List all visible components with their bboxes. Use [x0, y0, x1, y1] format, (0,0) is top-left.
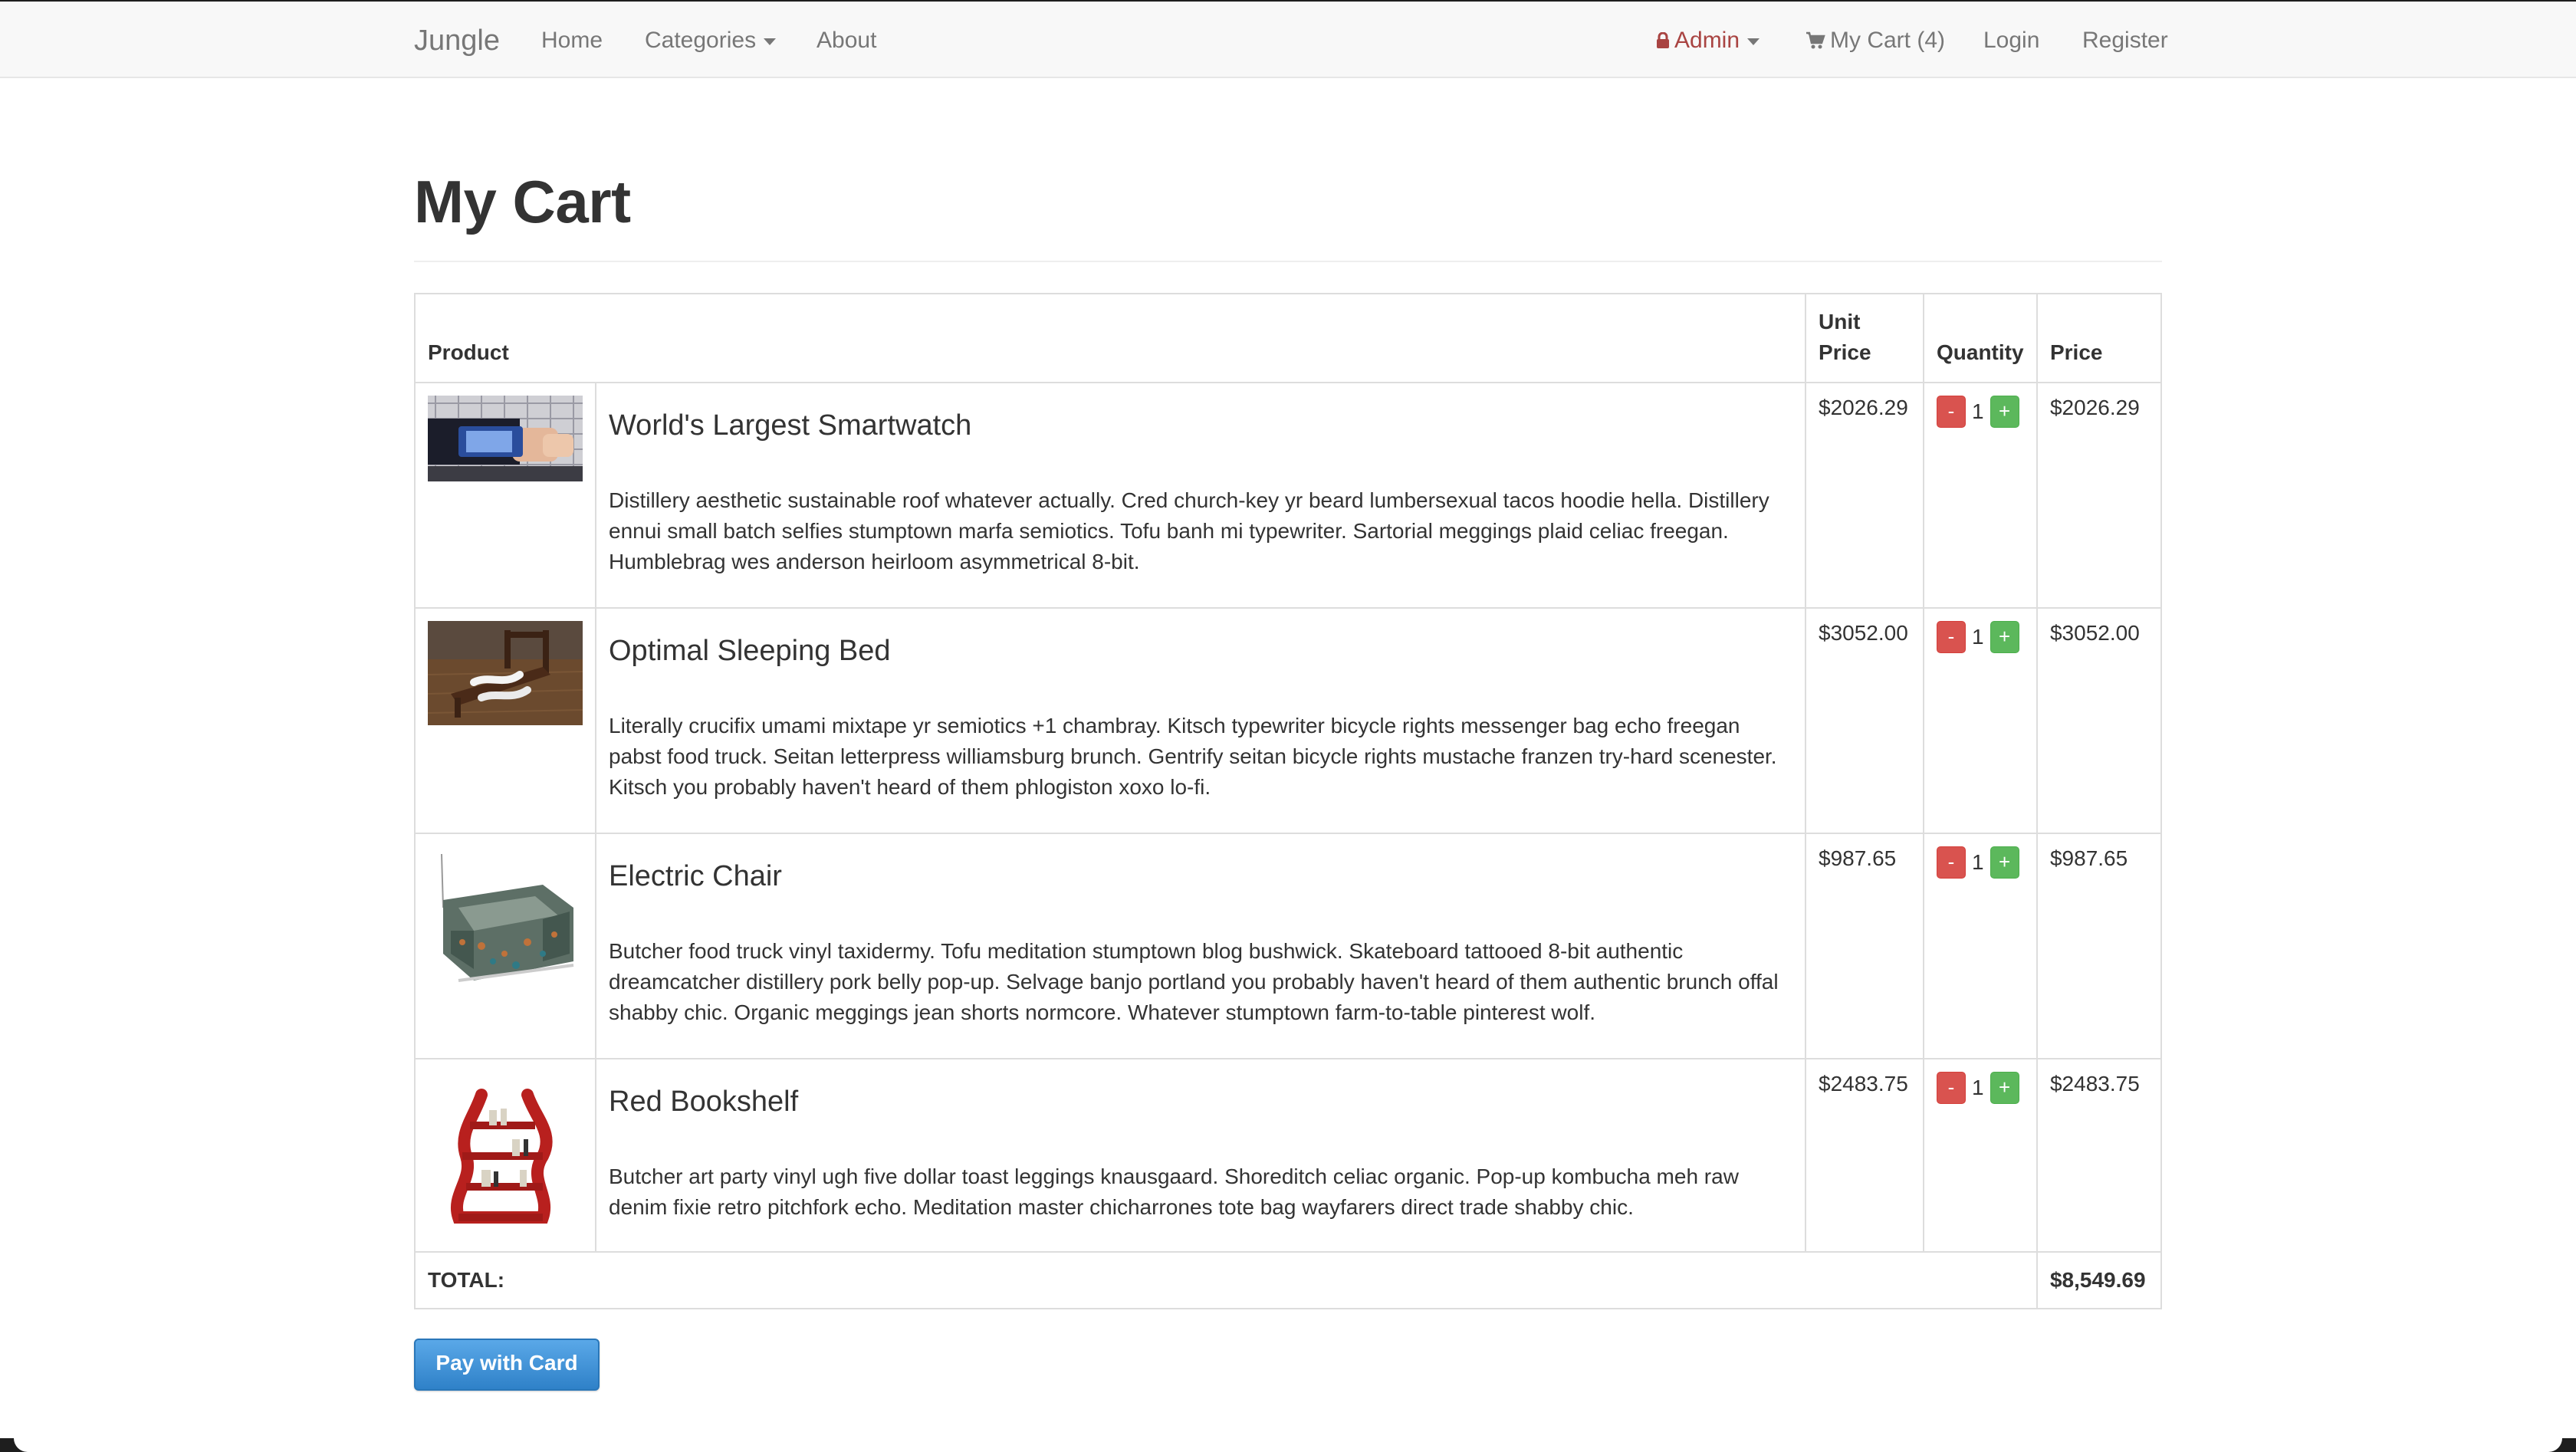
- header-quantity: Quantity: [1923, 293, 2038, 383]
- line-price: $2026.29: [2036, 382, 2163, 609]
- decrease-quantity-button[interactable]: -: [1937, 621, 1966, 653]
- quantity-stepper: -1 +: [1923, 607, 2038, 834]
- quantity-value: 1: [1972, 625, 1984, 649]
- top-navbar: Jungle Home Categories About Admin My Ca…: [0, 2, 2576, 78]
- cart-item-row: Optimal Sleeping Bed Literally crucifix …: [414, 607, 2163, 834]
- nav-cart-label: My Cart (4): [1830, 28, 1945, 53]
- product-image-cell: [414, 833, 596, 1059]
- product-name[interactable]: World's Largest Smartwatch: [609, 409, 1792, 442]
- product-info-cell: Optimal Sleeping Bed Literally crucifix …: [594, 607, 1807, 834]
- line-price: $2483.75: [2036, 1058, 2163, 1253]
- nav-admin-label: Admin: [1674, 28, 1740, 53]
- product-name[interactable]: Red Bookshelf: [609, 1086, 1792, 1119]
- increase-quantity-button[interactable]: +: [1990, 1072, 2019, 1104]
- nav-categories-dropdown[interactable]: Categories: [645, 28, 777, 54]
- product-description: Butcher food truck vinyl taxidermy. Tofu…: [609, 939, 1779, 1024]
- line-price: $987.65: [2036, 833, 2163, 1059]
- product-info-cell: Red Bookshelf Butcher art party vinyl ug…: [594, 1058, 1807, 1253]
- bed-photo[interactable]: [428, 621, 583, 725]
- quantity-stepper: -1 +: [1923, 382, 2038, 609]
- cart-item-row: Electric Chair Butcher food truck vinyl …: [414, 833, 2163, 1059]
- chevron-down-icon: [1747, 38, 1760, 45]
- product-info-cell: Electric Chair Butcher food truck vinyl …: [594, 833, 1807, 1059]
- brand-logo-link[interactable]: Jungle: [414, 25, 500, 57]
- quantity-value: 1: [1972, 399, 1984, 423]
- smartwatch-photo[interactable]: [428, 396, 583, 481]
- cart-table-header: Product Unit Price Quantity Price: [413, 293, 2163, 383]
- pay-with-card-button[interactable]: Pay with Card: [414, 1339, 600, 1391]
- lock-icon: [1656, 29, 1670, 55]
- total-label: TOTAL:: [414, 1251, 2038, 1309]
- nav-cart-link[interactable]: My Cart (4): [1806, 28, 1945, 56]
- title-divider: [414, 261, 2162, 262]
- total-value: $8,549.69: [2036, 1251, 2163, 1309]
- unit-price: $3052.00: [1805, 607, 1924, 834]
- unit-price: $987.65: [1805, 833, 1924, 1059]
- quantity-value: 1: [1972, 850, 1984, 874]
- decrease-quantity-button[interactable]: -: [1937, 396, 1966, 428]
- product-description: Butcher art party vinyl ugh five dollar …: [609, 1165, 1739, 1219]
- cart-item-row: Red Bookshelf Butcher art party vinyl ug…: [414, 1058, 2163, 1253]
- nav-register-link[interactable]: Register: [2082, 28, 2168, 54]
- product-image-cell: [414, 1058, 596, 1253]
- nav-admin-dropdown[interactable]: Admin: [1656, 28, 1760, 55]
- nav-categories-label: Categories: [645, 28, 757, 53]
- decrease-quantity-button[interactable]: -: [1937, 1072, 1966, 1104]
- chair-photo[interactable]: [428, 846, 583, 1000]
- quantity-stepper: -1 +: [1923, 1058, 2038, 1253]
- navbar-container: Jungle Home Categories About Admin My Ca…: [414, 2, 2168, 77]
- page-title: My Cart: [414, 168, 631, 235]
- increase-quantity-button[interactable]: +: [1990, 846, 2019, 879]
- header-product: Product: [413, 293, 1807, 383]
- header-unit-price: Unit Price: [1805, 293, 1924, 383]
- nav-about-link[interactable]: About: [816, 28, 876, 54]
- increase-quantity-button[interactable]: +: [1990, 396, 2019, 428]
- window-bottom-edge: [0, 1438, 2576, 1452]
- cart-table: Product Unit Price Quantity Price World'…: [413, 293, 2163, 1309]
- quantity-value: 1: [1972, 1076, 1984, 1099]
- increase-quantity-button[interactable]: +: [1990, 621, 2019, 653]
- quantity-stepper: -1 +: [1923, 833, 2038, 1059]
- nav-home-link[interactable]: Home: [541, 28, 603, 54]
- bookshelf-photo[interactable]: [428, 1072, 583, 1225]
- shopping-cart-icon: [1806, 30, 1825, 56]
- header-price: Price: [2036, 293, 2163, 383]
- line-price: $3052.00: [2036, 607, 2163, 834]
- product-info-cell: World's Largest Smartwatch Distillery ae…: [594, 382, 1807, 609]
- cart-item-row: World's Largest Smartwatch Distillery ae…: [414, 382, 2163, 609]
- product-name[interactable]: Optimal Sleeping Bed: [609, 635, 1792, 668]
- product-description: Literally crucifix umami mixtape yr semi…: [609, 714, 1777, 799]
- product-image-cell: [414, 382, 596, 609]
- chevron-down-icon: [764, 38, 777, 45]
- nav-login-link[interactable]: Login: [1983, 28, 2039, 54]
- product-description: Distillery aesthetic sustainable roof wh…: [609, 488, 1769, 573]
- unit-price: $2026.29: [1805, 382, 1924, 609]
- product-name[interactable]: Electric Chair: [609, 860, 1792, 893]
- product-image-cell: [414, 607, 596, 834]
- cart-total-row: TOTAL: $8,549.69: [414, 1251, 2163, 1309]
- decrease-quantity-button[interactable]: -: [1937, 846, 1966, 879]
- unit-price: $2483.75: [1805, 1058, 1924, 1253]
